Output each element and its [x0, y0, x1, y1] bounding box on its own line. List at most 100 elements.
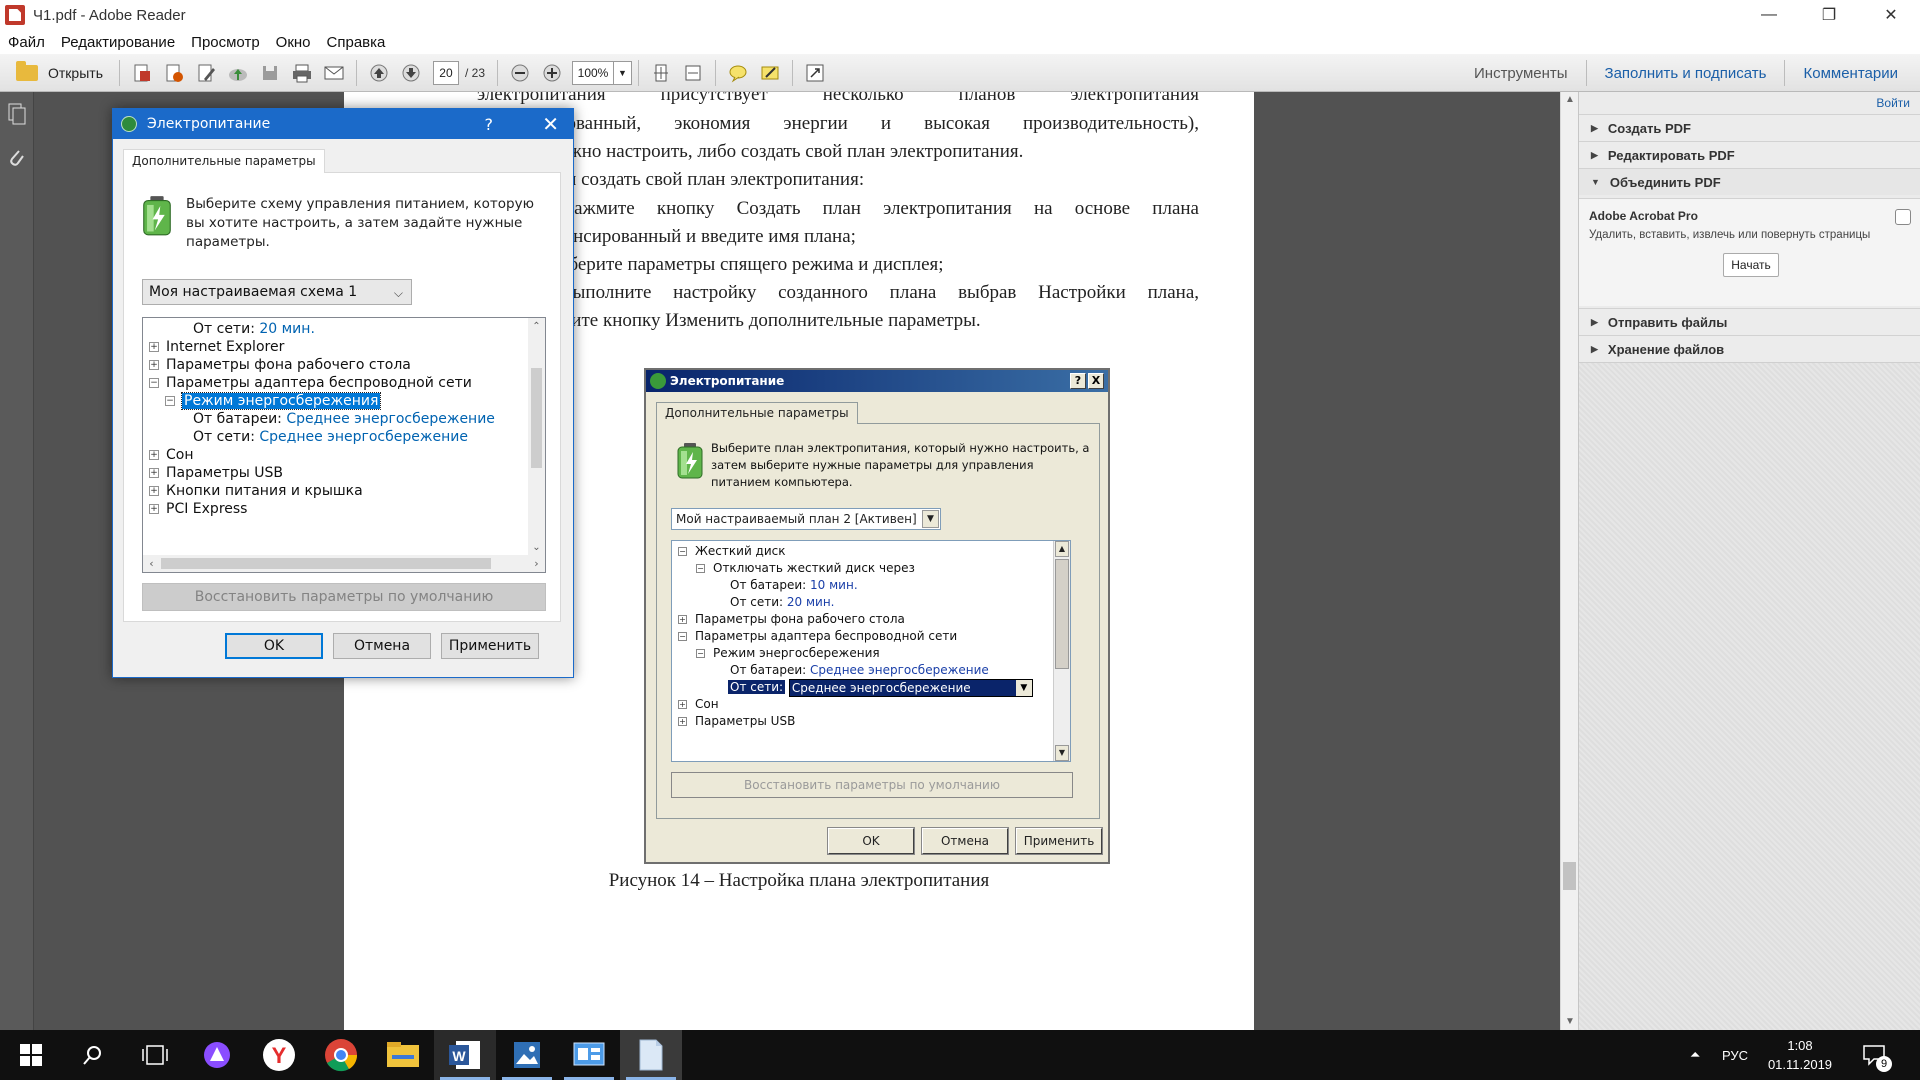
menu-edit[interactable]: Редактирование: [61, 34, 175, 51]
tab-tools[interactable]: Инструменты: [1462, 54, 1580, 92]
tree-value[interactable]: 20 мин.: [259, 321, 315, 337]
expand-icon[interactable]: +: [149, 468, 159, 478]
task-view-icon[interactable]: [124, 1030, 186, 1080]
notifications-icon[interactable]: 9: [1862, 1030, 1892, 1080]
tree-value[interactable]: Среднее энергосбережение: [286, 411, 495, 427]
collapse-icon[interactable]: −: [165, 396, 175, 406]
comment-icon[interactable]: [724, 59, 752, 87]
expand-icon[interactable]: +: [149, 450, 159, 460]
chevron-down-icon: ▼: [1015, 679, 1032, 696]
toolbar-separator: [118, 59, 120, 86]
document-icon[interactable]: [620, 1030, 682, 1080]
help-button[interactable]: ?: [485, 115, 494, 134]
figure-tree-value: 20 мин.: [786, 595, 835, 609]
tree-label: PCI Express: [166, 501, 248, 517]
expand-icon[interactable]: [801, 59, 829, 87]
convert-icon[interactable]: [160, 59, 188, 87]
scroll-up-icon[interactable]: ▲: [1561, 92, 1579, 108]
folder-icon: [16, 60, 38, 81]
expand-icon[interactable]: +: [149, 360, 159, 370]
document-scrollbar[interactable]: ▲ ▼: [1560, 92, 1578, 1030]
attachment-icon[interactable]: [0, 136, 34, 180]
section-send-files[interactable]: ▶ Отправить файлы: [1579, 308, 1920, 335]
zoom-in-icon[interactable]: [538, 59, 566, 87]
control-panel-icon[interactable]: [558, 1030, 620, 1080]
create-pdf-icon[interactable]: [128, 59, 156, 87]
file-explorer-icon[interactable]: [372, 1030, 434, 1080]
tree-vertical-scrollbar[interactable]: ⌃ ⌄: [528, 318, 545, 556]
print-icon[interactable]: [288, 59, 316, 87]
expand-icon[interactable]: +: [149, 342, 159, 352]
scroll-thumb[interactable]: [1563, 862, 1576, 890]
start-button[interactable]: Начать: [1723, 253, 1779, 277]
start-icon[interactable]: [0, 1030, 62, 1080]
scroll-up-icon[interactable]: ⌃: [528, 318, 545, 335]
open-button[interactable]: Открыть: [6, 58, 113, 88]
section-edit-pdf[interactable]: ▶ Редактировать PDF: [1579, 141, 1920, 168]
page-number-input[interactable]: 20: [432, 60, 459, 85]
tree-row[interactable]: От сети: Среднее энергосбережение: [193, 426, 468, 448]
settings-tree[interactable]: От сети: 20 мин. + Internet Explorer + Пар…: [142, 317, 546, 573]
word-icon[interactable]: W: [434, 1030, 496, 1080]
highlight-icon[interactable]: [756, 59, 784, 87]
figure-tree-value: Среднее энергосбережение: [810, 663, 989, 677]
tree-value[interactable]: Среднее энергосбережение: [259, 429, 468, 445]
next-page-icon[interactable]: [397, 59, 425, 87]
zoom-out-icon[interactable]: [506, 59, 534, 87]
tree-row[interactable]: + PCI Express: [149, 498, 247, 520]
tab-fill-and-sign[interactable]: Заполнить и подписать: [1593, 54, 1779, 92]
scroll-thumb[interactable]: [161, 558, 491, 569]
chrome-icon[interactable]: [310, 1030, 372, 1080]
dialog-description: Выберите схему управления питанием, кото…: [186, 196, 534, 250]
menu-view[interactable]: Просмотр: [191, 34, 260, 51]
expand-icon[interactable]: +: [149, 504, 159, 514]
power-plan-select[interactable]: Моя настраиваемая схема 1 ⌵: [142, 279, 412, 305]
upload-cloud-icon[interactable]: [224, 59, 252, 87]
system-clock[interactable]: 1:08 01.11.2019: [1745, 1036, 1855, 1074]
scroll-left-icon[interactable]: ‹: [143, 555, 160, 572]
save-icon[interactable]: [256, 59, 284, 87]
battery-icon: [143, 196, 171, 236]
sign-in-link[interactable]: Войти: [1876, 92, 1910, 114]
cancel-button[interactable]: Отмена: [333, 633, 431, 659]
fit-width-icon[interactable]: [679, 59, 707, 87]
minimize-icon[interactable]: —: [1740, 0, 1798, 30]
section-create-pdf[interactable]: ▶ Создать PDF: [1579, 114, 1920, 141]
section-merge-pdf[interactable]: ▼ Объединить PDF: [1579, 168, 1920, 195]
search-icon[interactable]: [62, 1030, 124, 1080]
close-icon[interactable]: ✕: [1862, 0, 1920, 30]
yandex-browser-icon[interactable]: Y: [248, 1030, 310, 1080]
restore-icon[interactable]: ❐: [1800, 0, 1858, 30]
tree-horizontal-scrollbar[interactable]: ‹ ›: [143, 555, 545, 572]
expand-icon[interactable]: +: [149, 486, 159, 496]
restore-defaults-button[interactable]: Восстановить параметры по умолчанию: [142, 583, 546, 611]
alice-icon[interactable]: [186, 1030, 248, 1080]
collapse-icon[interactable]: −: [149, 378, 159, 388]
dialog-title-bar[interactable]: Электропитание ? ✕: [113, 109, 573, 139]
zoom-input[interactable]: 100%: [572, 60, 614, 85]
scroll-thumb[interactable]: [531, 368, 542, 468]
ok-button[interactable]: OK: [225, 633, 323, 659]
section-store-files[interactable]: ▶ Хранение файлов: [1579, 335, 1920, 362]
previous-page-icon[interactable]: [365, 59, 393, 87]
photos-icon[interactable]: [496, 1030, 558, 1080]
scroll-down-icon[interactable]: ⌄: [528, 539, 545, 556]
close-icon[interactable]: ✕: [542, 112, 559, 136]
scroll-down-icon[interactable]: ▼: [1561, 1014, 1579, 1030]
edit-icon[interactable]: [192, 59, 220, 87]
menu-window[interactable]: Окно: [276, 34, 311, 51]
zoom-dropdown-icon[interactable]: ▼: [614, 60, 632, 85]
apply-button[interactable]: Применить: [441, 633, 539, 659]
scroll-right-icon[interactable]: ›: [528, 555, 545, 572]
menu-help[interactable]: Справка: [327, 34, 386, 51]
tab-comments[interactable]: Комментарии: [1791, 54, 1909, 92]
page-thumbnails-icon[interactable]: [0, 92, 34, 136]
tab-advanced-settings[interactable]: Дополнительные параметры: [123, 149, 325, 173]
menu-file[interactable]: Файл: [8, 34, 45, 51]
show-hidden-icons[interactable]: ⏶: [1690, 1030, 1700, 1080]
fit-page-icon[interactable]: [647, 59, 675, 87]
document-line: электропитания присутствует несколько пл…: [477, 92, 1199, 105]
document-line: Нажмите кнопку Изменить дополнительные п…: [524, 310, 981, 331]
title-bar: Ч1.pdf - Adobe Reader — ❐ ✕: [0, 0, 1920, 30]
email-icon[interactable]: [320, 59, 348, 87]
